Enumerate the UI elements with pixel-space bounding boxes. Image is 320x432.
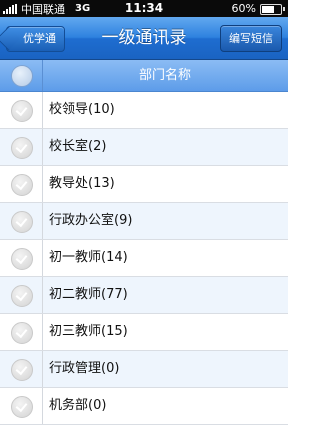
department-label: 初一教师(14) [49, 250, 128, 265]
department-label: 初三教师(15) [49, 324, 128, 339]
list-item[interactable]: 初一教师(14) [0, 240, 288, 277]
compose-sms-button[interactable]: 编写短信 [220, 25, 282, 52]
checkbox-icon[interactable] [11, 359, 33, 381]
status-bar: 中国联通 3G 11:34 60% [0, 0, 288, 17]
list-item[interactable]: 行政管理(0) [0, 351, 288, 388]
department-label: 校长室(2) [49, 139, 107, 154]
checkbox-icon[interactable] [11, 248, 33, 270]
department-label: 行政管理(0) [49, 361, 120, 376]
back-button-label: 优学通 [23, 32, 56, 45]
select-all-cell[interactable] [0, 60, 43, 91]
back-button[interactable]: 优学通 [6, 26, 65, 52]
department-list: 校领导(10) 校长室(2) 教导处(13) 行政办公室(9) 初一教师(14)… [0, 92, 288, 425]
checkbox-icon[interactable] [11, 174, 33, 196]
list-item[interactable]: 校领导(10) [0, 92, 288, 129]
department-label: 教导处(13) [49, 176, 115, 191]
checkbox-icon[interactable] [11, 137, 33, 159]
checkbox-icon[interactable] [11, 211, 33, 233]
navigation-bar: 一级通讯录 优学通 编写短信 [0, 17, 288, 60]
list-item[interactable]: 校长室(2) [0, 129, 288, 166]
list-item[interactable]: 初三教师(15) [0, 314, 288, 351]
checkbox-icon[interactable] [11, 322, 33, 344]
department-label: 校领导(10) [49, 102, 115, 117]
checkbox-icon[interactable] [11, 285, 33, 307]
department-label: 行政办公室(9) [49, 213, 133, 228]
column-title: 部门名称 [138, 68, 191, 83]
list-header: 部门名称 [0, 60, 288, 92]
battery-icon [260, 4, 285, 15]
department-label: 机务部(0) [49, 398, 107, 413]
battery-percent: 60% [231, 2, 256, 15]
checkbox-icon[interactable] [11, 396, 33, 418]
department-label: 初二教师(77) [49, 287, 128, 302]
list-item[interactable]: 行政办公室(9) [0, 203, 288, 240]
select-all-checkbox-icon[interactable] [11, 65, 33, 87]
checkbox-icon[interactable] [11, 100, 33, 122]
list-item[interactable]: 教导处(13) [0, 166, 288, 203]
list-item[interactable]: 初二教师(77) [0, 277, 288, 314]
list-item[interactable]: 机务部(0) [0, 388, 288, 425]
